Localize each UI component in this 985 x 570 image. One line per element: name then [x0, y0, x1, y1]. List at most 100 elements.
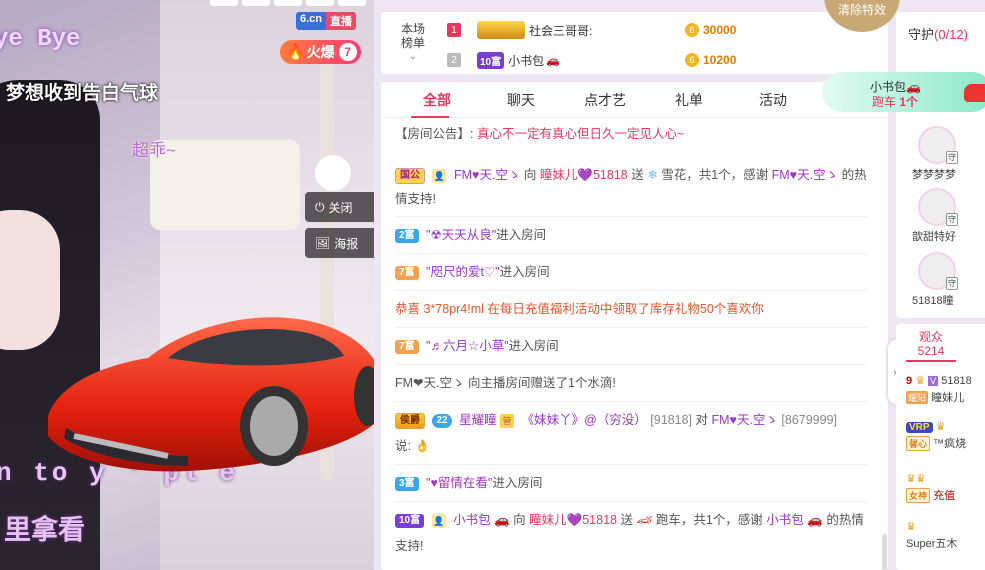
audience-row[interactable]: ♛♛ 女神 充值 — [906, 472, 985, 508]
avatar: 守 — [918, 126, 958, 164]
audience-user-name-2: ™疯烧 — [933, 438, 967, 450]
tool-icon[interactable] — [338, 0, 366, 6]
chat-message: 国公 👤 FM♥天.空ゝ 向 瞳妹儿💜51818 送 ❄ 雪花，共1个，感谢 F… — [395, 157, 867, 217]
audience-row[interactable]: ♛ Super五木 — [906, 520, 985, 556]
hot-badge[interactable]: 🔥 火爆 7 — [280, 40, 361, 64]
vrp-badge: VRP — [906, 422, 933, 433]
tab-gift-list[interactable]: 礼单 — [647, 82, 731, 117]
coin-icon: 6 — [685, 23, 699, 37]
guard-user[interactable]: 守 51818瞳 — [912, 252, 985, 308]
enter-text: 进入房间 — [508, 339, 559, 353]
wealth-badge: 7富 — [395, 265, 419, 280]
video-top-tools — [210, 0, 366, 6]
fan-badge: 耀阳 — [906, 391, 929, 404]
system-notice: 恭喜 3*78pr4!ml 在每日充值福利活动中领取了库存礼物50个喜欢你 — [395, 302, 764, 316]
guard-user-name: 梦梦梦梦 — [912, 169, 956, 181]
video-overlay-lyric: 里拿看 — [4, 515, 85, 545]
audience-user-name-2: 瞳妹儿 — [931, 392, 965, 404]
guard-user[interactable]: 守 梦梦梦梦 — [912, 126, 985, 182]
user-name[interactable]: 小书包 — [453, 513, 491, 527]
target-name[interactable]: 瞳妹儿💜51818 — [540, 168, 628, 182]
guard-title: 守护(0/12) — [908, 24, 968, 43]
notice-gift-count: 1个 — [899, 95, 919, 109]
audience-user-name: 51818 — [941, 375, 972, 387]
logo-right: 直播 — [326, 12, 357, 30]
coin-icon: 6 — [685, 53, 699, 67]
tab-all[interactable]: 全部 — [395, 82, 479, 118]
image-icon: 🖼 — [315, 236, 331, 250]
user-name[interactable]: 《妹妹丫》@（穷没） — [522, 413, 647, 427]
chat-message: 侯爵 22 星耀瞳 管 《妹妹丫》@（穷没） [91818] 对 FM♥天.空ゝ… — [395, 402, 867, 465]
level-badge: 22 — [432, 413, 452, 428]
audience-row[interactable]: VRP ♛ 馨心 ™疯烧 — [906, 420, 985, 456]
chevron-down-icon[interactable]: ⌄ — [395, 50, 431, 64]
chat-message: 10富 👤 小书包 🚗 向 瞳妹儿💜51818 送 🏎 跑车，共1个，感谢 小书… — [395, 502, 867, 564]
noble-badge: 侯爵 — [395, 412, 425, 429]
action-text: 送 — [620, 513, 633, 527]
ranking-row-1[interactable]: 1 社会三哥哥: 6 30000 — [447, 18, 747, 42]
user-name[interactable]: "咫尺的爱t♡" — [426, 265, 500, 279]
video-overlay-bye: ye Bye — [0, 26, 81, 53]
guard-panel: 守护(0/12) 守 梦梦梦梦 守 歆甜特好 守 51818瞳 — [896, 12, 985, 318]
car-gift-notice[interactable]: 小书包🚗 跑车 1个 — [822, 72, 985, 112]
car-icon: 🚗 — [494, 513, 510, 527]
hot-level: 7 — [338, 43, 357, 61]
logo-left: 6.cn — [296, 12, 327, 30]
flame-icon: 🔥 — [286, 44, 305, 61]
tool-icon[interactable] — [274, 0, 302, 6]
target-id: [8679999] — [781, 413, 838, 427]
level-badge: 9 — [906, 375, 913, 387]
wealth-badge: 2富 — [395, 228, 419, 243]
target-name[interactable]: 瞳妹儿💜51818 — [529, 513, 617, 527]
tab-talent[interactable]: 点才艺 — [563, 82, 647, 117]
guard-user[interactable]: 守 歆甜特好 — [912, 188, 985, 244]
fan-badge: 馨心 — [906, 436, 931, 451]
chat-message-list[interactable]: 【房间公告】: 真心不一定有真心但日久一定见人心~ 国公 👤 FM♥天.空ゝ 向… — [381, 119, 881, 564]
rank-number: 1 — [447, 23, 461, 37]
poster-button[interactable]: 🖼 海报 — [305, 228, 374, 258]
guard-badge: 守 — [946, 213, 958, 226]
says-text: 说: — [395, 439, 411, 453]
target-name[interactable]: FM♥天.空ゝ — [711, 413, 777, 427]
crown-badge-icon: ♛ — [906, 521, 916, 533]
system-notice: FM❤天.空ゝ 向主播房间赠送了1个水滴! — [395, 376, 616, 390]
tool-icon[interactable] — [242, 0, 270, 6]
user-icon: 👤 — [431, 513, 446, 528]
chat-tabs: 全部 聊天 点才艺 礼单 活动 — [381, 82, 888, 118]
tool-icon[interactable] — [210, 0, 238, 6]
crown-badge-icon: ♛♛ — [906, 473, 926, 485]
live-video[interactable]: ye Bye 梦想收到告白气球 超乖~ n to y ' pl e 里拿看 6.… — [0, 0, 374, 570]
hot-label: 火爆 — [306, 44, 335, 60]
close-button[interactable]: ⏻ 关闭 — [305, 192, 374, 222]
wealth-badge: 3富 — [395, 476, 419, 491]
tab-audience[interactable]: 观众 5214 — [906, 330, 956, 362]
user-name[interactable]: "♬六月☆小草" — [426, 339, 509, 353]
to-text: 对 — [695, 413, 708, 427]
tool-icon[interactable] — [306, 0, 334, 6]
sports-car-gift-animation — [48, 317, 374, 472]
rank-amount: 10200 — [703, 53, 737, 67]
wealth-badge: 10富 — [477, 51, 505, 69]
car-icon: 🚗 — [906, 80, 921, 94]
room-announcement: 【房间公告】: 真心不一定有真心但日久一定见人心~ — [395, 119, 867, 157]
user-id: [91818] — [650, 413, 692, 427]
ranking-row-2[interactable]: 2 10富 小书包 🚗 6 10200 — [447, 48, 747, 72]
user-name[interactable]: "♥留情在看" — [426, 476, 492, 490]
ranking-title[interactable]: 本场 榜单 ⌄ — [395, 22, 431, 64]
user-name[interactable]: FM♥天.空ゝ — [454, 168, 520, 182]
chat-message: 2富 "☢天天从良"进入房间 — [395, 217, 867, 254]
manager-icon: 管 — [500, 413, 515, 428]
tab-chat[interactable]: 聊天 — [479, 82, 563, 117]
chat-scrollbar[interactable] — [882, 534, 887, 570]
audience-row[interactable]: 9 ♛ V 51818 耀阳 瞳妹儿 — [906, 374, 985, 410]
user-name[interactable]: "☢天天从良" — [426, 228, 496, 242]
video-pompom — [315, 155, 351, 191]
ranking-title-line2: 榜单 — [400, 36, 425, 50]
sports-car-icon — [964, 84, 985, 102]
audience-label: 观众 — [918, 330, 943, 344]
sports-car-icon: 🏎 — [636, 513, 653, 527]
notice-gift-name: 跑车 — [872, 95, 897, 109]
tab-activity[interactable]: 活动 — [731, 82, 815, 117]
thanks-user[interactable]: 小书包 — [766, 513, 804, 527]
thanks-user[interactable]: FM♥天.空ゝ — [772, 168, 838, 182]
